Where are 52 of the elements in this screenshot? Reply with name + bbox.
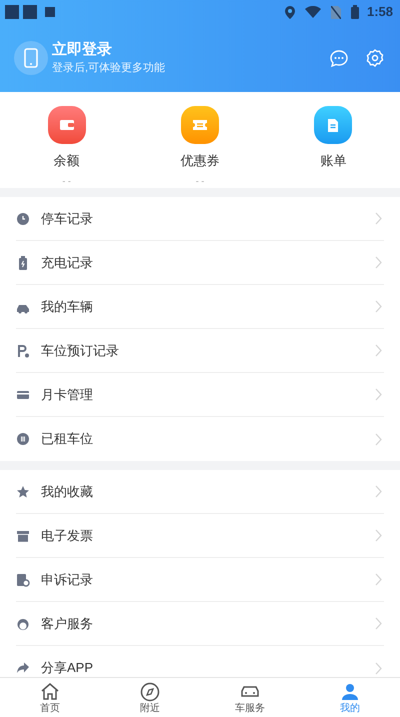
chevron-right-icon: [375, 485, 382, 498]
menu-item[interactable]: 已租车位: [41, 429, 375, 449]
wifi-icon: [304, 6, 321, 18]
clock-icon: [16, 212, 30, 226]
phone-avatar-icon: [14, 41, 48, 75]
chevron-right-icon: [375, 212, 382, 225]
tab[interactable]: 首页: [0, 678, 100, 717]
login-subtitle: 登录后,可体验更多功能: [52, 61, 166, 76]
chevron-right-icon: [375, 662, 382, 674]
document-icon[interactable]: [314, 106, 352, 144]
ticket-icon[interactable]: [180, 106, 219, 144]
chevron-right-icon: [375, 529, 382, 542]
complaint-icon: [16, 572, 30, 586]
wallet-icon[interactable]: [48, 106, 86, 144]
chevron-right-icon: [375, 617, 382, 630]
coin-icon: [16, 432, 30, 446]
share-icon: [16, 661, 30, 675]
chevron-right-icon: [375, 388, 382, 401]
parking-icon: [16, 344, 30, 358]
tab[interactable]: 附近: [100, 678, 200, 717]
chevron-right-icon: [375, 300, 382, 313]
menu-item[interactable]: 充电记录: [41, 252, 375, 272]
quick-action-label[interactable]: 余额: [54, 152, 80, 170]
location-icon: [284, 6, 295, 18]
menu-item[interactable]: 电子发票: [41, 526, 375, 546]
menu-item[interactable]: 停车记录: [41, 208, 375, 228]
menu-item[interactable]: 客户服务: [41, 614, 375, 634]
status-time: 1:58: [366, 3, 393, 22]
chevron-right-icon: [375, 344, 382, 357]
no-sim-icon: [330, 6, 341, 18]
tab[interactable]: 车服务: [200, 678, 300, 717]
menu-item[interactable]: 分享APP: [41, 658, 375, 677]
star-icon: [16, 484, 30, 498]
menu-item[interactable]: 申诉记录: [41, 570, 375, 590]
message-icon[interactable]: [330, 50, 348, 66]
chevron-right-icon: [375, 573, 382, 586]
menu-item[interactable]: 月卡管理: [41, 384, 375, 404]
compass-icon: [139, 680, 161, 702]
home-icon: [39, 680, 61, 702]
menu-item[interactable]: 我的收藏: [41, 482, 375, 502]
quick-action-label[interactable]: 账单: [320, 152, 346, 170]
battery-icon: [16, 256, 30, 270]
quick-action-value: - -: [196, 176, 204, 186]
quick-action-label[interactable]: 优惠券: [180, 152, 220, 170]
chevron-right-icon: [375, 432, 382, 446]
quick-action-value: - -: [62, 176, 71, 186]
settings-icon[interactable]: [366, 49, 384, 67]
invoice-icon: [16, 528, 30, 542]
menu-item[interactable]: 我的车辆: [41, 296, 375, 316]
battery-icon: [350, 5, 359, 19]
menu-item[interactable]: 车位预订记录: [41, 340, 375, 360]
chevron-right-icon: [375, 256, 382, 269]
